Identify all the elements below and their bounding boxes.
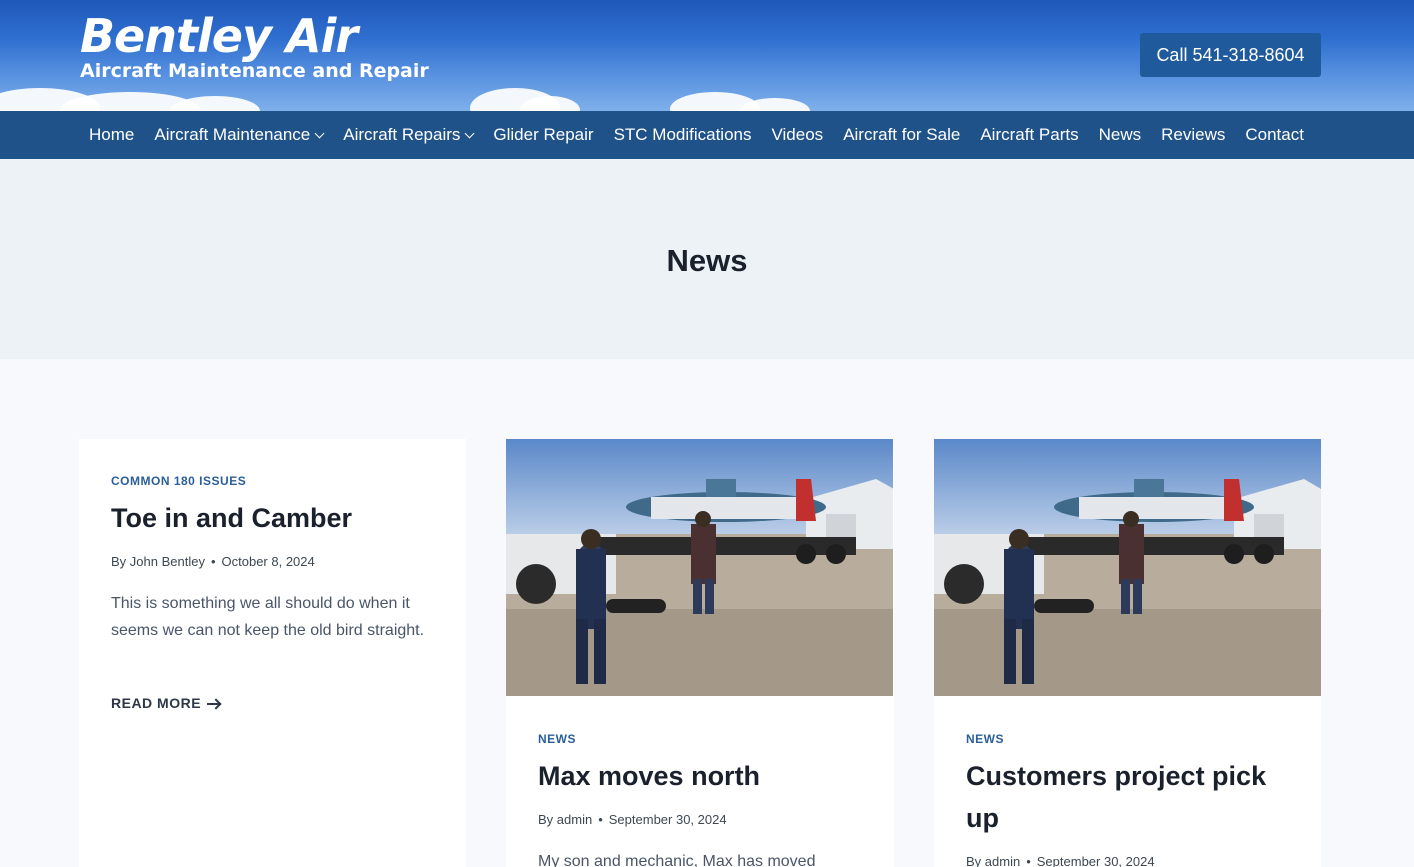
nav-item-label: Aircraft for Sale <box>843 125 961 144</box>
site-header: Bentley Air Aircraft Maintenance and Rep… <box>0 0 1414 111</box>
post-category-link[interactable]: NEWS <box>966 732 1004 746</box>
chevron-down-icon <box>464 128 475 138</box>
post-date: September 30, 2024 <box>1036 854 1155 867</box>
post-date: October 8, 2024 <box>221 554 315 569</box>
post-author[interactable]: By admin <box>538 812 592 827</box>
nav-item-aircraft-repairs[interactable]: Aircraft Repairs <box>333 125 483 145</box>
site-logo[interactable]: Bentley Air Aircraft Maintenance and Rep… <box>80 10 429 82</box>
post-card: NEWS Customers project pick up By admin •… <box>934 439 1321 867</box>
nav-item-label: Contact <box>1245 125 1304 144</box>
read-more-link[interactable]: READ MORE <box>111 695 220 711</box>
post-meta: By admin • September 30, 2024 <box>538 812 727 827</box>
call-button[interactable]: Call 541-318-8604 <box>1140 33 1321 77</box>
post-author[interactable]: By admin <box>966 854 1020 867</box>
page-title-band: News <box>0 159 1414 359</box>
post-meta: By admin • September 30, 2024 <box>966 854 1155 867</box>
nav-item-label: STC Modifications <box>613 125 752 144</box>
nav-item-aircraft-parts[interactable]: Aircraft Parts <box>970 125 1088 145</box>
post-date: September 30, 2024 <box>608 812 727 827</box>
post-card: COMMON 180 ISSUES Toe in and Camber By J… <box>79 439 466 867</box>
meta-separator-dot: • <box>1026 854 1031 867</box>
airplane-trailer-photo <box>934 439 1321 696</box>
post-author[interactable]: By John Bentley <box>111 554 205 569</box>
post-category-link[interactable]: NEWS <box>538 732 576 746</box>
nav-item-stc-modifications[interactable]: STC Modifications <box>604 125 762 145</box>
post-meta: By John Bentley • October 8, 2024 <box>111 554 315 569</box>
nav-item-label: Aircraft Repairs <box>343 125 461 144</box>
read-more-label: READ MORE <box>111 695 202 711</box>
page-title: News <box>666 243 748 278</box>
nav-item-glider-repair[interactable]: Glider Repair <box>483 125 603 145</box>
nav-item-label: News <box>1098 125 1142 144</box>
post-excerpt: This is something we all should do when … <box>111 595 425 639</box>
post-title-link[interactable]: Toe in and Camber <box>111 497 441 539</box>
post-thumbnail[interactable] <box>934 439 1321 696</box>
airplane-trailer-photo <box>506 439 893 696</box>
meta-separator-dot: • <box>598 812 603 827</box>
post-title-link[interactable]: Customers project pick up <box>966 755 1296 839</box>
chevron-down-icon <box>314 128 325 138</box>
nav-item-label: Videos <box>771 125 824 144</box>
nav-item-home[interactable]: Home <box>79 125 144 145</box>
meta-separator-dot: • <box>210 554 216 569</box>
nav-item-aircraft-maintenance[interactable]: Aircraft Maintenance <box>144 125 333 145</box>
nav-list: Home Aircraft Maintenance Aircraft Repai… <box>79 111 1314 159</box>
post-card: NEWS Max moves north By admin • September … <box>506 439 894 867</box>
post-excerpt: My son and mechanic, Max has moved <box>538 853 816 867</box>
nav-item-label: Aircraft Parts <box>980 125 1079 144</box>
post-category-link[interactable]: COMMON 180 ISSUES <box>111 474 246 488</box>
logo-title: Bentley Air <box>80 9 358 63</box>
nav-item-label: Glider Repair <box>493 125 594 144</box>
post-thumbnail[interactable] <box>506 439 893 696</box>
nav-item-news[interactable]: News <box>1089 125 1152 145</box>
post-title-link[interactable]: Max moves north <box>538 755 868 797</box>
nav-item-label: Reviews <box>1161 125 1226 144</box>
nav-item-reviews[interactable]: Reviews <box>1151 125 1235 145</box>
logo-subtitle: Aircraft Maintenance and Repair <box>80 60 429 82</box>
arrow-right-icon <box>207 703 220 706</box>
nav-item-contact[interactable]: Contact <box>1235 125 1314 145</box>
nav-item-label: Home <box>89 125 135 144</box>
nav-item-label: Aircraft Maintenance <box>154 125 311 144</box>
nav-item-aircraft-for-sale[interactable]: Aircraft for Sale <box>833 125 970 145</box>
main-navigation: Home Aircraft Maintenance Aircraft Repai… <box>0 111 1414 159</box>
nav-item-videos[interactable]: Videos <box>762 125 834 145</box>
